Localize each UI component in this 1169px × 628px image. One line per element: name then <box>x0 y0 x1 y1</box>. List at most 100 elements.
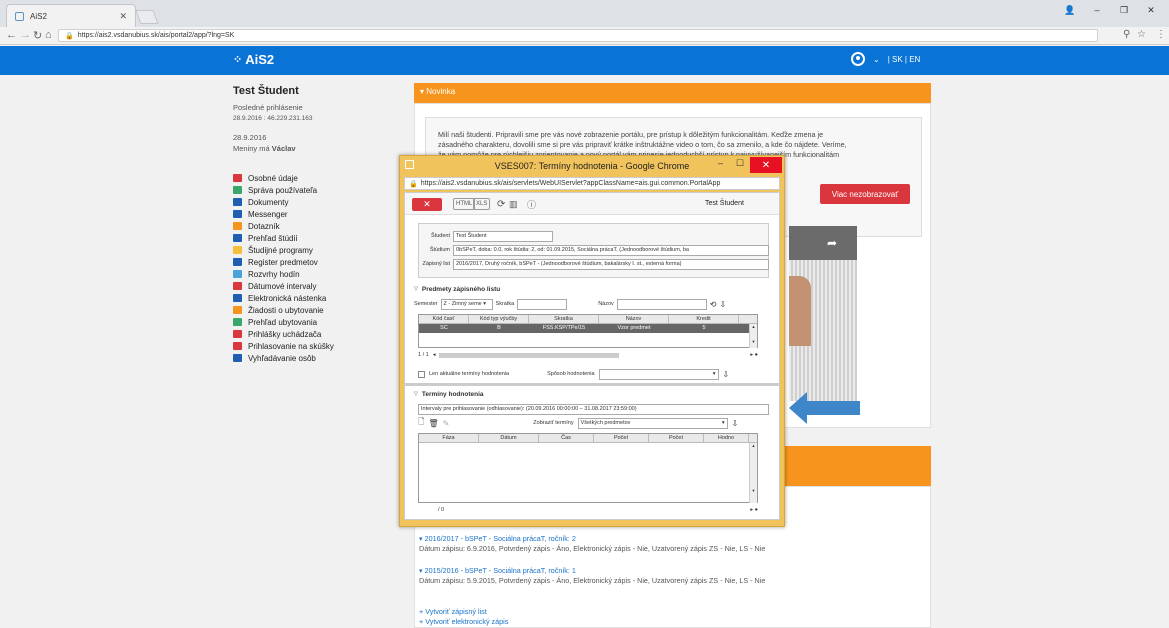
reset-filter-icon[interactable]: ⟲ <box>710 300 717 309</box>
language-switch[interactable]: | SK | EN <box>888 55 921 64</box>
close-tab-icon[interactable]: ✕ <box>119 11 127 22</box>
create-enrollment-link[interactable]: + Vytvoriť zápisný list <box>419 607 508 617</box>
section-terms[interactable]: ▽ Termíny hodnotenia <box>414 388 484 400</box>
column-header[interactable]: Kód typ výučby <box>469 315 529 323</box>
sidebar-item[interactable]: Dátumové intervaly <box>233 280 403 292</box>
share-icon[interactable]: ➦ <box>827 236 837 250</box>
table-row[interactable]: SC B FSS.KSP/TPe/15 Vzor predmet 5 <box>419 324 751 333</box>
sidebar-item[interactable]: Elektronická nástenka <box>233 292 403 304</box>
maximize-icon[interactable]: ☐ <box>736 158 744 169</box>
collapse-icon[interactable]: ▽ <box>414 391 418 397</box>
reload-icon[interactable]: ↻ <box>33 29 42 42</box>
menu-item-icon <box>233 342 242 350</box>
column-header[interactable]: Kredit <box>669 315 739 323</box>
vertical-scrollbar[interactable]: ▲ ▼ <box>749 324 757 348</box>
download-icon[interactable]: ⇩ <box>720 300 727 309</box>
menu-item-icon <box>233 354 242 362</box>
menu-icon[interactable]: ⋮ <box>1156 29 1166 40</box>
sidebar-item[interactable]: Prehľad ubytovania <box>233 316 403 328</box>
sidebar-item[interactable]: Register predmetov <box>233 256 403 268</box>
home-icon[interactable]: ⌂ <box>45 29 52 41</box>
show-terms-select[interactable]: Všetkých predmetov ▾ <box>577 417 728 429</box>
chart-icon[interactable]: ▥ <box>509 198 518 210</box>
minimize-icon[interactable]: – <box>1085 2 1109 18</box>
sidebar-item[interactable]: Dokumenty <box>233 196 403 208</box>
vertical-scrollbar[interactable]: ▲ ▼ <box>749 443 757 503</box>
info-icon[interactable]: ⓘ <box>527 198 536 210</box>
horizontal-scrollbar[interactable] <box>439 352 620 358</box>
sidebar-item[interactable]: Študijné programy <box>233 244 403 256</box>
column-header[interactable]: Počet <box>594 434 649 442</box>
delete-icon[interactable]: 🗑 <box>428 419 438 428</box>
column-header[interactable]: Dátum <box>479 434 539 442</box>
back-icon[interactable]: ← <box>6 29 17 41</box>
menu-item-icon <box>233 258 242 266</box>
column-header[interactable]: Čas <box>539 434 594 442</box>
maximize-icon[interactable]: ❐ <box>1112 2 1136 18</box>
study-item[interactable]: ▾ 2015/2016 - bSPeT - Sociálna prácaT, r… <box>419 566 765 586</box>
refresh-icon[interactable]: ⟳ <box>497 198 505 210</box>
download-icon[interactable]: ⇩ <box>723 370 730 379</box>
current-terms-checkbox[interactable] <box>418 370 425 378</box>
column-header[interactable]: Hodno <box>704 434 749 442</box>
popup-toolbar: ✕ HTML XLS ⟳ ▥ ⓘ Test Študent <box>405 193 779 215</box>
popup-close-button[interactable]: ✕ <box>750 157 782 173</box>
column-header[interactable]: Názov <box>599 315 669 323</box>
collapse-icon[interactable]: ▽ <box>414 286 418 292</box>
menu-item-icon <box>233 330 242 338</box>
download-icon[interactable]: ⇩ <box>732 419 739 428</box>
menu-item-icon <box>233 174 242 182</box>
sidebar-item[interactable]: Prihlasovanie na skúšky <box>233 340 403 352</box>
terms-table: Fáza Dátum Čas Počet Počet Hodno ▲ ▼ <box>418 433 758 503</box>
sidebar-item[interactable]: Vyhľadávanie osôb <box>233 352 403 364</box>
sidebar-item[interactable]: Prihlášky uchádzača <box>233 328 403 340</box>
sidebar-item[interactable]: Prehľad štúdií <box>233 232 403 244</box>
sidebar-item[interactable]: Správa používateľa <box>233 184 403 196</box>
create-electronic-enrollment-link[interactable]: + Vytvoriť elektronický zápis <box>419 617 508 627</box>
browser-tab[interactable]: AiS2 ✕ <box>6 4 136 27</box>
menu-item-icon <box>233 198 242 206</box>
menu-item-icon <box>233 246 242 254</box>
nameday: Meniny má Václav <box>233 144 296 153</box>
user-menu[interactable]: ⌄ | SK | EN <box>851 52 920 66</box>
new-term-icon[interactable]: 🗋 <box>418 416 424 430</box>
forward-icon[interactable]: → <box>20 29 31 41</box>
close-app-button[interactable]: ✕ <box>412 198 442 211</box>
tools-icon[interactable]: ✎ <box>443 419 450 428</box>
evaluation-method-select[interactable]: ▾ <box>598 368 719 380</box>
chevron-down-icon[interactable]: ⌄ <box>873 55 880 64</box>
html-export-icon[interactable]: HTML <box>453 198 476 210</box>
avatar-icon[interactable] <box>851 52 865 66</box>
user-icon[interactable]: 👤 <box>1058 2 1082 18</box>
abbreviation-input[interactable] <box>517 298 568 310</box>
column-header[interactable]: Počet <box>649 434 704 442</box>
semester-select[interactable]: Z - Zimný seme ▾ <box>440 298 493 310</box>
app-logo[interactable]: ⁘ AiS2 <box>233 52 274 67</box>
sidebar-item[interactable]: Messenger <box>233 208 403 220</box>
courses-pager: 1 / 1 ◂ ▸ ● <box>418 352 758 358</box>
new-tab-button[interactable] <box>135 10 159 24</box>
close-window-icon[interactable]: ✕ <box>1139 2 1163 18</box>
name-input[interactable] <box>616 298 707 310</box>
url-input[interactable]: 🔒 https://ais2.vsdanubius.sk/ais/portal2… <box>58 29 1098 42</box>
sidebar-item[interactable]: Žiadosti o ubytovanie <box>233 304 403 316</box>
star-icon[interactable]: ☆ <box>1137 29 1146 40</box>
section-courses[interactable]: ▽ Predmety zápisného listu <box>414 283 500 295</box>
study-item[interactable]: ▾ 2016/2017 - bSPeT - Sociálna prácaT, r… <box>419 534 765 554</box>
sidebar-item[interactable]: Osobné údaje <box>233 172 403 184</box>
sidebar-item-label: Prehľad štúdií <box>248 233 298 243</box>
minimize-icon[interactable]: – <box>718 158 723 168</box>
sidebar-item-label: Dokumenty <box>248 197 289 207</box>
column-header[interactable]: Skratka <box>529 315 599 323</box>
sidebar-item[interactable]: Dotazník <box>233 220 403 232</box>
sidebar-item[interactable]: Rozvrhy hodín <box>233 268 403 280</box>
xls-export-icon[interactable]: XLS <box>473 198 491 210</box>
extension-icon[interactable]: ⚲ <box>1123 29 1130 40</box>
news-header[interactable]: ▾ Novinka <box>414 83 931 103</box>
dismiss-news-button[interactable]: Viac nezobrazovať <box>820 184 910 204</box>
popup-url-bar[interactable]: 🔒 https://ais2.vsdanubius.sk/ais/servlet… <box>404 177 780 190</box>
column-header[interactable]: Fáza <box>419 434 479 442</box>
intro-video[interactable]: ➦ <box>789 226 857 401</box>
splitter[interactable] <box>405 383 779 386</box>
column-header[interactable]: Kód časť <box>419 315 469 323</box>
